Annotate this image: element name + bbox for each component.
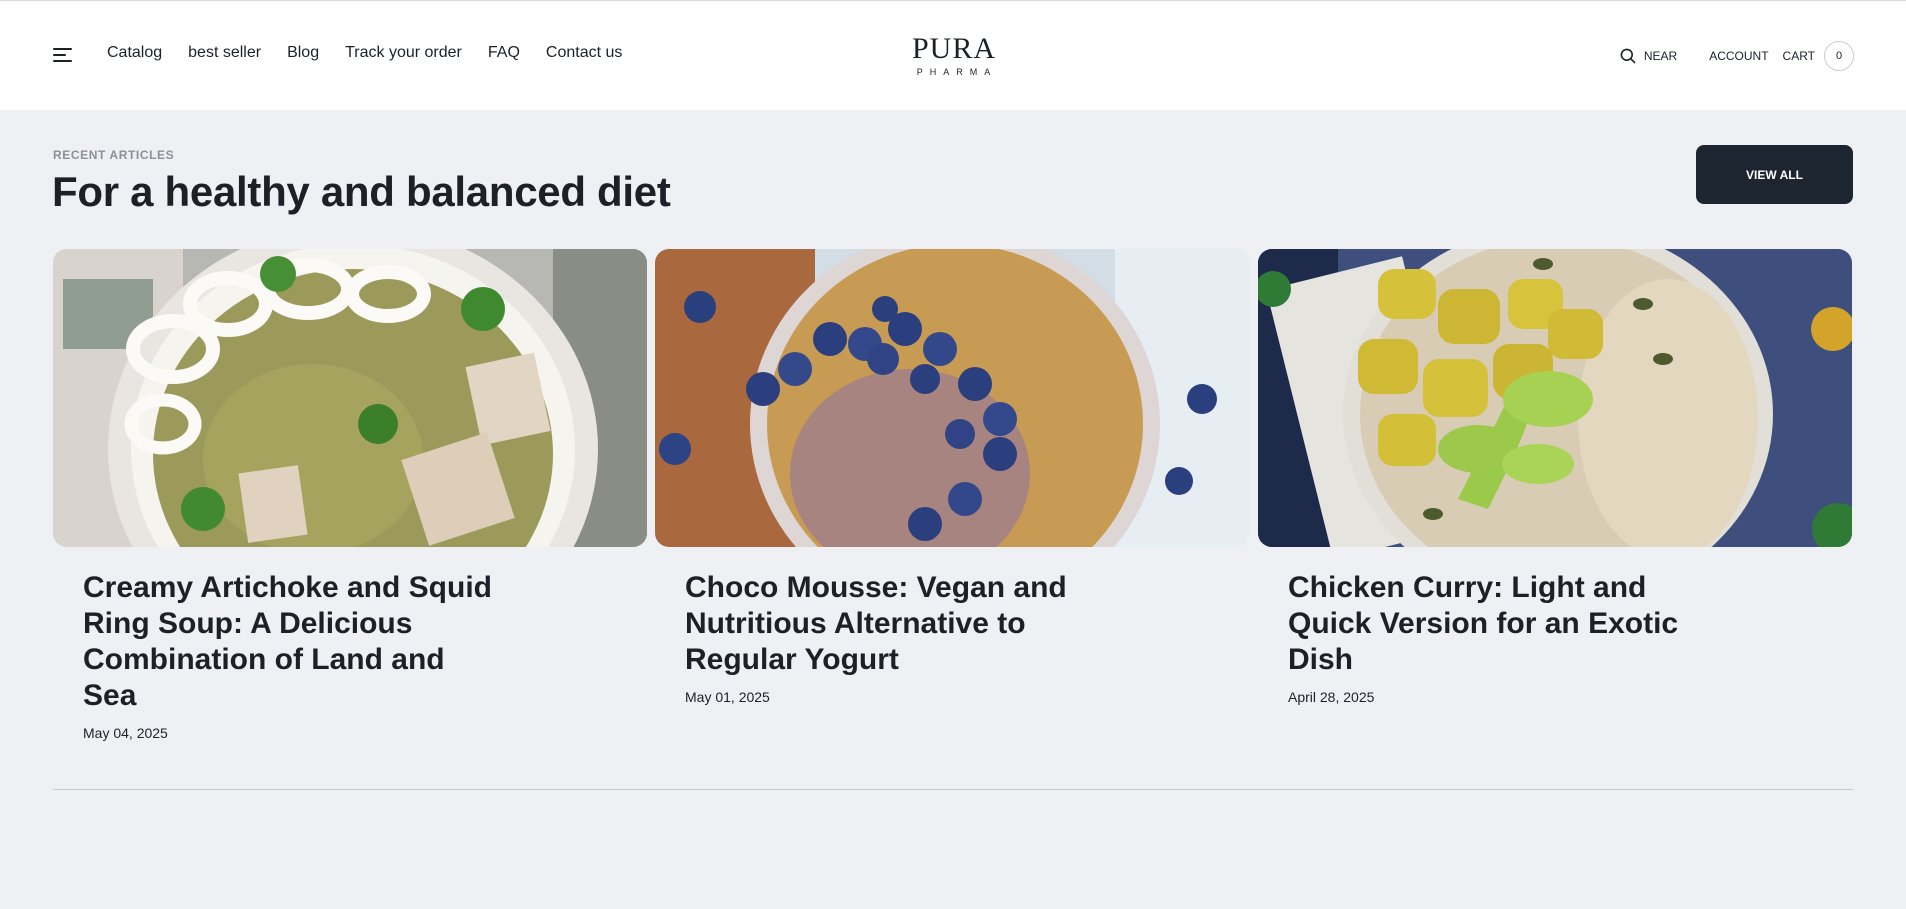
article-card[interactable]: Chicken Curry: Light and Quick Version f… bbox=[1258, 249, 1852, 705]
nav-catalog[interactable]: Catalog bbox=[107, 44, 162, 62]
hamburger-menu-icon[interactable] bbox=[53, 48, 72, 63]
cart-count-badge: 0 bbox=[1824, 41, 1854, 71]
article-card[interactable]: Choco Mousse: Vegan and Nutritious Alter… bbox=[655, 249, 1249, 705]
account-link[interactable]: ACCOUNT bbox=[1709, 49, 1768, 63]
nav-contact-us[interactable]: Contact us bbox=[546, 44, 622, 62]
near-label: NEAR bbox=[1643, 49, 1678, 63]
cart-label: CART bbox=[1782, 49, 1815, 63]
article-image-artichoke-soup[interactable] bbox=[53, 249, 647, 547]
nav-best-seller[interactable]: best seller bbox=[188, 44, 261, 62]
main-nav: Catalog best seller Blog Track your orde… bbox=[107, 44, 622, 62]
article-title[interactable]: Creamy Artichoke and Squid Ring Soup: A … bbox=[83, 570, 503, 714]
header-actions: NEAR ACCOUNT CART 0 bbox=[1620, 41, 1854, 71]
near-button[interactable]: NEAR bbox=[1620, 48, 1677, 64]
logo-subtitle: PHARMA bbox=[916, 67, 998, 77]
nav-blog[interactable]: Blog bbox=[287, 44, 319, 62]
article-image-choco-mousse[interactable] bbox=[655, 249, 1249, 547]
view-all-button[interactable]: VIEW ALL bbox=[1696, 145, 1853, 204]
cart-button[interactable]: CART 0 bbox=[1783, 41, 1854, 71]
section-divider bbox=[53, 789, 1853, 790]
article-title[interactable]: Chicken Curry: Light and Quick Version f… bbox=[1288, 570, 1708, 678]
section-title: For a healthy and balanced diet bbox=[52, 168, 671, 215]
article-date: May 01, 2025 bbox=[685, 689, 770, 705]
logo-wordmark: PURA bbox=[911, 32, 997, 65]
section-eyebrow: RECENT ARTICLES bbox=[53, 148, 175, 162]
article-date: April 28, 2025 bbox=[1288, 689, 1375, 705]
nav-track-order[interactable]: Track your order bbox=[345, 44, 462, 62]
article-image-chicken-curry[interactable] bbox=[1258, 249, 1852, 547]
search-icon bbox=[1620, 48, 1636, 64]
article-title[interactable]: Choco Mousse: Vegan and Nutritious Alter… bbox=[685, 570, 1105, 678]
article-card[interactable]: Creamy Artichoke and Squid Ring Soup: A … bbox=[53, 249, 647, 741]
site-header: Catalog best seller Blog Track your orde… bbox=[0, 0, 1906, 110]
article-date: May 04, 2025 bbox=[83, 725, 168, 741]
site-logo[interactable]: PURA PHARMA bbox=[908, 32, 1000, 78]
nav-faq[interactable]: FAQ bbox=[488, 44, 520, 62]
